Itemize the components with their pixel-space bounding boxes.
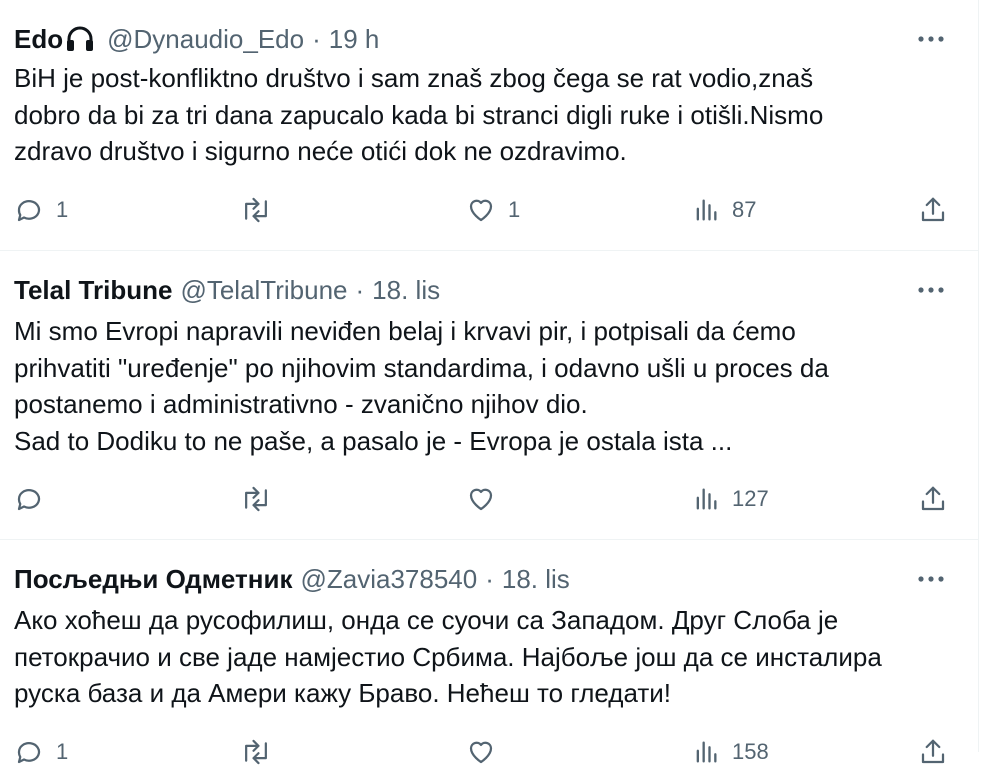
heart-icon [466, 484, 496, 514]
more-dots-icon[interactable] [916, 562, 946, 596]
views-icon [692, 737, 720, 767]
like-button[interactable] [466, 732, 508, 772]
share-icon [918, 484, 948, 514]
view-count: 127 [732, 486, 769, 511]
heart-icon [466, 195, 496, 225]
tweet[interactable]: Telal Tribune @TelalTribune · 18. lis Mi… [0, 251, 978, 540]
retweet-icon [240, 195, 272, 225]
views-button[interactable]: 127 [692, 479, 769, 519]
tweet-actions: 1 1 87 [14, 190, 948, 230]
tweet-time[interactable]: 18. lis [502, 564, 570, 595]
views-button[interactable]: 87 [692, 190, 756, 230]
retweet-icon [240, 737, 272, 767]
retweet-button[interactable] [240, 479, 284, 519]
tweet[interactable]: Edo @Dynaudio_Edo · 19 h BiH je post-kon… [0, 0, 978, 251]
reply-icon [14, 195, 44, 225]
tweet-actions: 127 [14, 479, 948, 519]
tweet-time[interactable]: 18. lis [372, 275, 440, 306]
separator-dot: · [312, 23, 321, 54]
separator-dot: · [355, 274, 365, 305]
separator-dot: · [485, 563, 494, 594]
reply-button[interactable]: 1 [14, 732, 68, 772]
reply-icon [14, 484, 44, 514]
reply-count: 1 [56, 739, 69, 764]
views-button[interactable]: 158 [692, 732, 769, 772]
more-dots-icon[interactable] [916, 22, 946, 56]
reply-button[interactable]: 1 [14, 190, 68, 230]
view-count: 87 [732, 197, 757, 222]
reply-button[interactable] [14, 479, 56, 519]
view-count: 158 [732, 739, 769, 764]
tweet-time[interactable]: 19 h [329, 24, 380, 55]
author-name[interactable]: Telal Tribune [14, 275, 172, 306]
author-handle[interactable]: @Zavia378540 [300, 564, 477, 595]
share-button[interactable] [918, 732, 948, 772]
tweet[interactable]: Посљедњи Одметник @Zavia378540 · 18. lis… [0, 540, 978, 780]
tweet-header: Посљедњи Одметник @Zavia378540 · 18. lis [14, 562, 570, 596]
views-icon [692, 195, 720, 225]
reply-icon [14, 737, 44, 767]
tweet-header: Edo @Dynaudio_Edo · 19 h [14, 22, 379, 56]
like-button[interactable]: 1 [466, 190, 520, 230]
more-dots-icon[interactable] [916, 273, 946, 307]
retweet-button[interactable] [240, 190, 284, 230]
tweet-text: Ако хоћеш да русофилиш, онда се суочи са… [14, 605, 882, 708]
heart-icon [466, 737, 496, 767]
share-button[interactable] [918, 190, 948, 230]
headphones-icon [65, 25, 95, 53]
tweet-text: Mi smo Evropi napravili neviđen belaj i … [14, 316, 829, 456]
like-count: 1 [508, 197, 521, 222]
author-name[interactable]: Edo [14, 24, 63, 55]
tweet-header: Telal Tribune @TelalTribune · 18. lis [14, 273, 440, 307]
tweet-text: BiH je post-konfliktno društvo i sam zna… [14, 63, 824, 166]
column-divider [978, 0, 979, 752]
retweet-button[interactable] [240, 732, 284, 772]
tweet-feed: Edo @Dynaudio_Edo · 19 h BiH je post-kon… [0, 0, 978, 765]
reply-count: 1 [56, 197, 69, 222]
like-button[interactable] [466, 479, 508, 519]
author-handle[interactable]: @Dynaudio_Edo [107, 24, 304, 55]
share-icon [918, 195, 948, 225]
tweet-actions: 1 158 [14, 732, 948, 772]
retweet-icon [240, 484, 272, 514]
share-button[interactable] [918, 479, 948, 519]
share-icon [918, 737, 948, 767]
author-name[interactable]: Посљедњи Одметник [14, 564, 292, 595]
views-icon [692, 484, 720, 514]
author-handle[interactable]: @TelalTribune [180, 275, 347, 306]
